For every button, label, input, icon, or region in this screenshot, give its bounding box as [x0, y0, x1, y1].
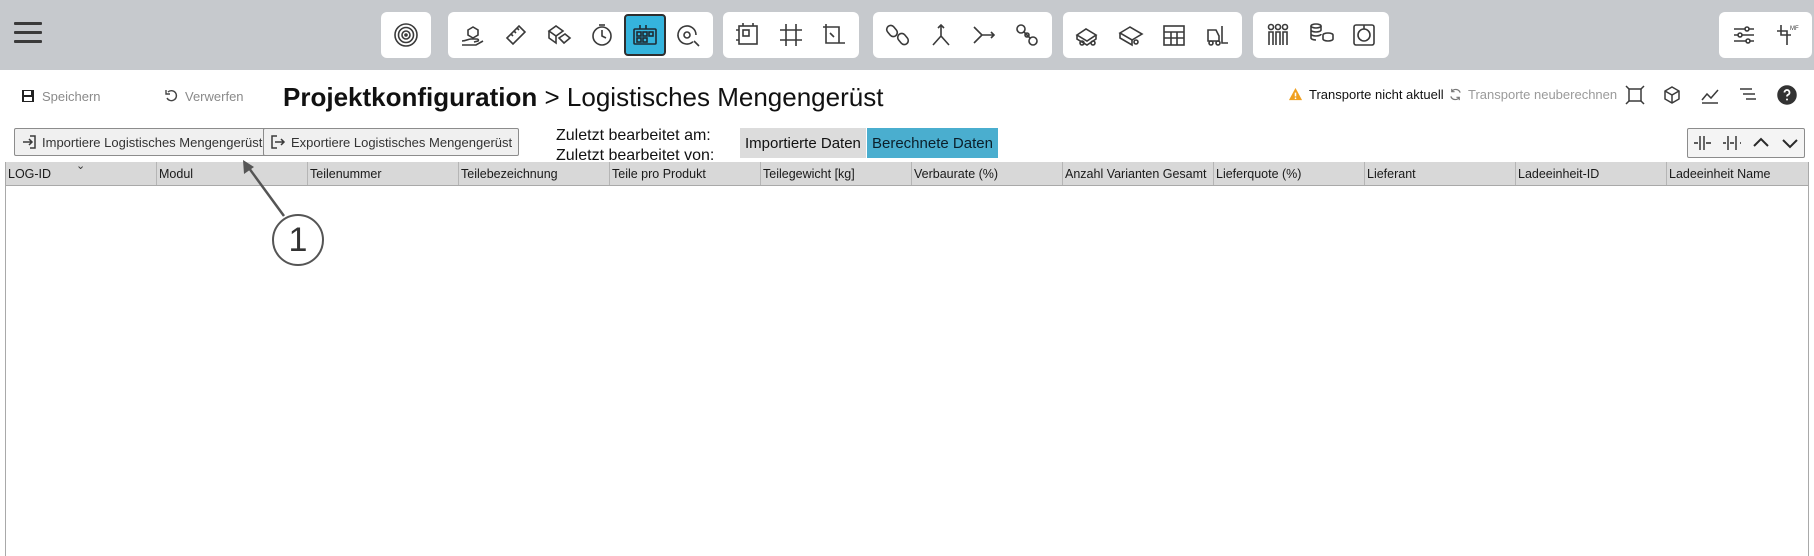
export-label: Exportiere Logistisches Mengengerüst	[291, 134, 513, 150]
column-header-teilegewicht[interactable]: Teilegewicht [kg]	[761, 162, 912, 185]
refresh-icon	[1450, 88, 1461, 101]
toolbar-group-3	[723, 12, 859, 58]
hamburger-menu-icon[interactable]	[14, 22, 42, 46]
chain-links-icon[interactable]	[1007, 15, 1047, 55]
column-header-lieferquote[interactable]: Lieferquote (%)	[1214, 162, 1365, 185]
toolbar-group-7: MF	[1719, 12, 1812, 58]
title-separator: >	[544, 82, 560, 112]
crop-frame-icon[interactable]	[1624, 84, 1646, 106]
toolbar-group-6	[1253, 12, 1389, 58]
cube-icon[interactable]	[1661, 84, 1683, 106]
column-header-verbaurate[interactable]: Verbaurate (%)	[912, 162, 1063, 185]
save-label: Speichern	[42, 88, 101, 104]
column-header-log-id[interactable]: ⌄ LOG-ID	[6, 162, 157, 185]
page-title: Projektkonfiguration > Logistisches Meng…	[283, 82, 883, 113]
import-button[interactable]: Importiere Logistisches Mengengerüst	[14, 128, 270, 156]
column-header-modul[interactable]: Modul	[157, 162, 308, 185]
shelf-icon[interactable]	[1154, 15, 1194, 55]
chart-icon[interactable]	[1699, 84, 1721, 106]
title-main: Projektkonfiguration	[283, 82, 538, 112]
last-edited-info: Zuletzt bearbeitet am: Zuletzt bearbeite…	[556, 126, 714, 166]
title-sub: Logistisches Mengengerüst	[566, 82, 884, 112]
chevron-down-icon[interactable]	[1779, 132, 1801, 154]
collapse-columns-icon[interactable]	[1721, 132, 1743, 154]
grid-hash-icon[interactable]	[771, 15, 811, 55]
floppy-icon	[22, 90, 34, 102]
box-grid-icon[interactable]	[624, 14, 666, 56]
column-header-teile-pro-produkt[interactable]: Teile pro Produkt	[610, 162, 761, 185]
recalculate-label: Transporte neuberechnen	[1468, 87, 1618, 102]
import-label: Importiere Logistisches Mengengerüst	[42, 134, 263, 150]
discard-label: Verwerfen	[185, 88, 244, 104]
save-button[interactable]: Speichern	[20, 88, 101, 104]
ruler-icon[interactable]	[496, 15, 536, 55]
callout-marker: 1	[272, 214, 324, 266]
export-icon	[271, 135, 286, 149]
export-button[interactable]: Exportiere Logistisches Mengengerüst	[263, 128, 520, 156]
discard-button[interactable]: Verwerfen	[163, 88, 244, 104]
column-header-ladeeinheit-id[interactable]: Ladeeinheit-ID	[1516, 162, 1667, 185]
undo-icon	[165, 89, 178, 102]
top-toolbar: MF	[0, 0, 1814, 70]
merge-arrows-icon[interactable]	[964, 15, 1004, 55]
grid-header: ⌄ LOG-ID Modul Teilenummer Teilebezeichnu…	[6, 162, 1808, 186]
split-arrows-icon[interactable]	[921, 15, 961, 55]
column-controls	[1687, 128, 1805, 158]
edited-at-label: Zuletzt bearbeitet am:	[556, 127, 711, 144]
layout-frame-icon[interactable]	[728, 15, 768, 55]
people-icon[interactable]	[1258, 15, 1298, 55]
target-box-icon[interactable]	[1344, 15, 1384, 55]
data-grid: ⌄ LOG-ID Modul Teilenummer Teilebezeichnu…	[5, 162, 1809, 556]
forklift-icon[interactable]	[1197, 15, 1237, 55]
hierarchy-icon[interactable]	[1737, 84, 1759, 106]
help-icon[interactable]	[1776, 84, 1798, 106]
toolbar-group-4	[873, 12, 1052, 58]
calculated-data-toggle[interactable]: Berechnete Daten	[867, 128, 998, 158]
toolbar-group-5	[1063, 12, 1242, 58]
column-header-teilenummer[interactable]: Teilenummer	[308, 162, 459, 185]
clock-icon[interactable]	[582, 15, 622, 55]
imported-data-toggle[interactable]: Importierte Daten	[740, 128, 866, 158]
truck-box-icon[interactable]	[1068, 15, 1108, 55]
transport-warning: Transporte nicht aktuell	[1288, 87, 1444, 102]
toolbar-group-2	[448, 12, 713, 58]
radar-icon[interactable]	[386, 15, 426, 55]
layout-corner-icon[interactable]	[814, 15, 854, 55]
boxes-icon[interactable]	[539, 15, 579, 55]
recalculate-transports-button[interactable]: Transporte neuberechnen	[1448, 87, 1617, 102]
toolbar-group-1	[381, 12, 431, 58]
column-header-teilebezeichnung[interactable]: Teilebezeichnung	[459, 162, 610, 185]
import-icon	[23, 135, 36, 149]
warning-icon	[1288, 87, 1303, 101]
expand-columns-icon[interactable]	[1692, 132, 1714, 154]
stacked-coins-icon[interactable]	[1301, 15, 1341, 55]
search-circle-icon[interactable]	[668, 15, 708, 55]
svg-text:MF: MF	[1790, 26, 1799, 32]
column-header-anzahl-varianten[interactable]: Anzahl Varianten Gesamt	[1063, 162, 1214, 185]
chain-icon[interactable]	[878, 15, 918, 55]
settings-sliders-icon[interactable]	[1724, 15, 1764, 55]
column-header-ladeeinheit-name[interactable]: Ladeeinheit Name	[1667, 162, 1808, 185]
mf-layout-icon[interactable]: MF	[1767, 15, 1807, 55]
chevron-up-icon[interactable]	[1750, 132, 1772, 154]
warning-text: Transporte nicht aktuell	[1309, 87, 1444, 102]
truck-open-icon[interactable]	[1111, 15, 1151, 55]
sort-chevron-icon[interactable]: ⌄	[76, 162, 85, 172]
hand-box-icon[interactable]	[453, 15, 493, 55]
column-header-lieferant[interactable]: Lieferant	[1365, 162, 1516, 185]
